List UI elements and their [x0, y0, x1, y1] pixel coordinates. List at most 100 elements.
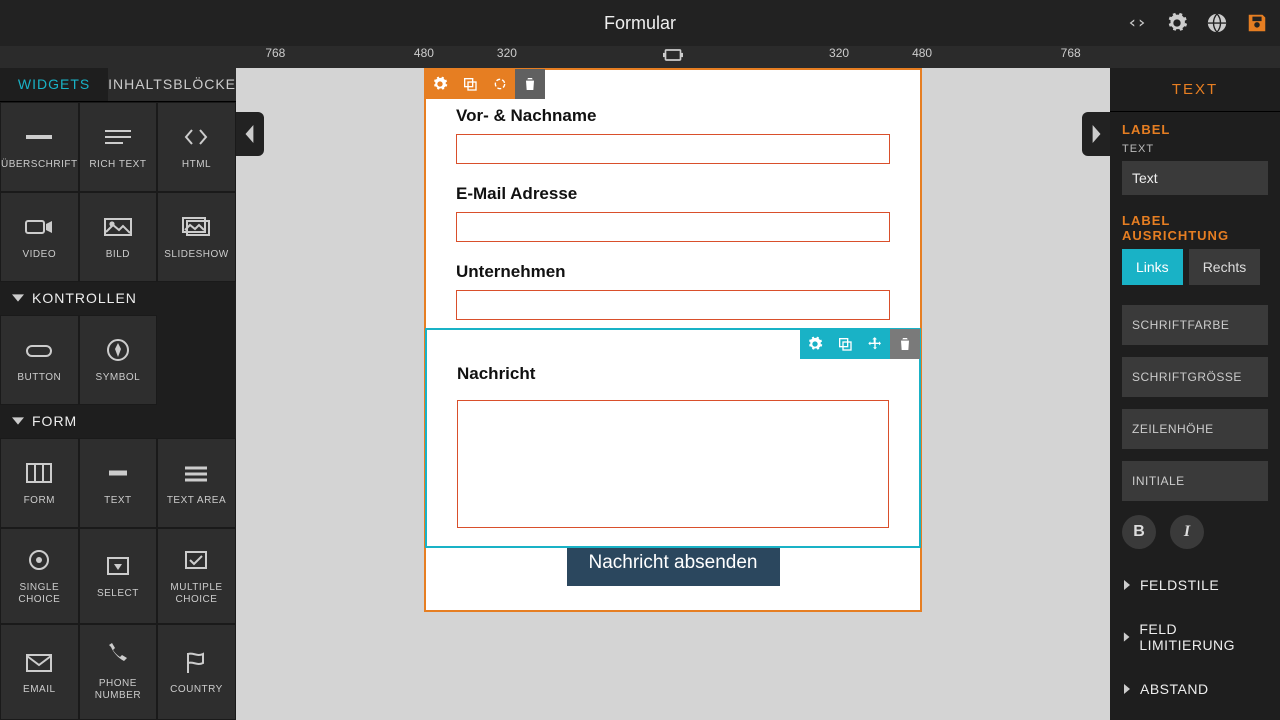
widget-form[interactable]: FORM: [0, 438, 79, 528]
section-alignment: LABEL AUSRICHTUNG Links Rechts: [1110, 195, 1280, 285]
widget-email[interactable]: EMAIL: [0, 624, 79, 720]
accordion-field-styles[interactable]: FELDSTILE: [1110, 563, 1280, 607]
widget-richtext[interactable]: RICH TEXT: [79, 102, 158, 192]
accordion-label: ABSTAND: [1140, 681, 1209, 697]
message-textarea[interactable]: [457, 400, 889, 528]
widget-grid-form: FORM TEXT TEXT AREA SINGLE CHOICE SELECT…: [0, 438, 236, 720]
globe-icon[interactable]: [1206, 12, 1228, 34]
chevron-right-icon: [1122, 580, 1132, 590]
section-form[interactable]: FORM: [0, 405, 236, 438]
richtext-icon: [101, 123, 135, 151]
widget-label: SINGLE CHOICE: [1, 582, 78, 606]
widget-label: TEXT: [104, 495, 132, 507]
button-icon: [22, 336, 56, 364]
accordion-field-limitation[interactable]: FELD LIMITIERUNG: [1110, 607, 1280, 667]
field-duplicate-button[interactable]: [830, 329, 860, 359]
ruler-mark: 768: [265, 46, 285, 60]
widget-label: BUTTON: [17, 372, 61, 384]
symbol-icon: [101, 336, 135, 364]
section-title: LABEL AUSRICHTUNG: [1122, 213, 1268, 243]
company-input[interactable]: [456, 290, 890, 320]
tab-content-blocks[interactable]: INHALTSBLÖCKE: [108, 68, 236, 101]
prop-initial[interactable]: INITIALE: [1122, 461, 1268, 501]
align-right-button[interactable]: Rechts: [1189, 249, 1261, 285]
radio-icon: [22, 546, 56, 574]
accordion-label: FELD LIMITIERUNG: [1139, 621, 1268, 653]
panel-collapse-left[interactable]: [236, 112, 264, 156]
field-settings-button[interactable]: [800, 329, 830, 359]
save-icon[interactable]: [1246, 12, 1268, 34]
chevron-down-icon: [12, 415, 24, 427]
chevron-right-icon: [1122, 632, 1131, 642]
flag-icon: [179, 648, 213, 676]
widget-label: RICH TEXT: [89, 159, 146, 171]
prop-font-size[interactable]: SCHRIFTGRÖSSE: [1122, 357, 1268, 397]
section-controls[interactable]: KONTROLLEN: [0, 282, 236, 315]
form-block[interactable]: Vor- & Nachname E-Mail Adresse Unternehm…: [424, 68, 922, 612]
bold-button[interactable]: B: [1122, 515, 1156, 549]
widget-label: COUNTRY: [170, 684, 223, 696]
field-company: Unternehmen: [456, 262, 890, 320]
tab-widgets[interactable]: WIDGETS: [0, 68, 108, 101]
widget-country[interactable]: COUNTRY: [157, 624, 236, 720]
widget-image[interactable]: BILD: [79, 192, 158, 282]
field-toolbar: [800, 329, 920, 359]
accordion-spacing[interactable]: ABSTAND: [1110, 667, 1280, 711]
email-input[interactable]: [456, 212, 890, 242]
section-label: LABEL TEXT: [1110, 112, 1280, 195]
widget-button[interactable]: BUTTON: [0, 315, 79, 405]
top-icon-group: [1126, 12, 1268, 34]
sub-label: TEXT: [1122, 143, 1268, 155]
widget-symbol[interactable]: SYMBOL: [79, 315, 158, 405]
block-settings-button[interactable]: [425, 69, 455, 99]
align-left-button[interactable]: Links: [1122, 249, 1183, 285]
field-email: E-Mail Adresse: [456, 184, 890, 242]
ruler-mark: 480: [912, 46, 932, 60]
block-duplicate-button[interactable]: [455, 69, 485, 99]
selected-field-message[interactable]: Nachricht: [425, 328, 921, 548]
block-delete-button[interactable]: [515, 69, 545, 99]
field-label: Vor- & Nachname: [456, 106, 890, 126]
widget-phone[interactable]: PHONE NUMBER: [79, 624, 158, 720]
ruler-mark: 480: [414, 46, 434, 60]
right-tab-text[interactable]: TEXT: [1110, 68, 1280, 112]
prop-line-height[interactable]: ZEILENHÖHE: [1122, 409, 1268, 449]
panel-collapse-right[interactable]: [1082, 112, 1110, 156]
html-icon: [179, 123, 213, 151]
code-icon[interactable]: [1126, 12, 1148, 34]
email-icon: [22, 648, 56, 676]
form-icon: [22, 459, 56, 487]
section-label: FORM: [32, 413, 77, 429]
label-text-input[interactable]: [1122, 161, 1268, 195]
widget-label: HTML: [182, 159, 211, 171]
widget-multiple-choice[interactable]: MULTIPLE CHOICE: [157, 528, 236, 624]
select-icon: [101, 552, 135, 580]
heading-icon: [22, 123, 56, 151]
field-move-button[interactable]: [860, 329, 890, 359]
widget-grid-controls: BUTTON SYMBOL: [0, 315, 236, 405]
canvas[interactable]: Vor- & Nachname E-Mail Adresse Unternehm…: [236, 68, 1110, 720]
left-tabs: WIDGETS INHALTSBLÖCKE: [0, 68, 236, 102]
field-label: Unternehmen: [456, 262, 890, 282]
gear-icon[interactable]: [1166, 12, 1188, 34]
right-panel: TEXT LABEL TEXT LABEL AUSRICHTUNG Links …: [1110, 68, 1280, 720]
widget-label: ÜBERSCHRIFT: [1, 159, 78, 171]
italic-button[interactable]: I: [1170, 515, 1204, 549]
prop-font-color[interactable]: SCHRIFTFARBE: [1122, 305, 1268, 345]
widget-slideshow[interactable]: SLIDESHOW: [157, 192, 236, 282]
widget-heading[interactable]: ÜBERSCHRIFT: [0, 102, 79, 192]
widget-video[interactable]: VIDEO: [0, 192, 79, 282]
widget-single-choice[interactable]: SINGLE CHOICE: [0, 528, 79, 624]
chevron-right-icon: [1122, 684, 1132, 694]
checkbox-icon: [179, 546, 213, 574]
block-refresh-button[interactable]: [485, 69, 515, 99]
ruler-mark: 320: [497, 46, 517, 60]
widget-html[interactable]: HTML: [157, 102, 236, 192]
widget-text[interactable]: TEXT: [79, 438, 158, 528]
widget-label: SYMBOL: [96, 372, 141, 384]
section-label: KONTROLLEN: [32, 290, 137, 306]
widget-select[interactable]: SELECT: [79, 528, 158, 624]
field-delete-button[interactable]: [890, 329, 920, 359]
widget-textarea[interactable]: TEXT AREA: [157, 438, 236, 528]
name-input[interactable]: [456, 134, 890, 164]
